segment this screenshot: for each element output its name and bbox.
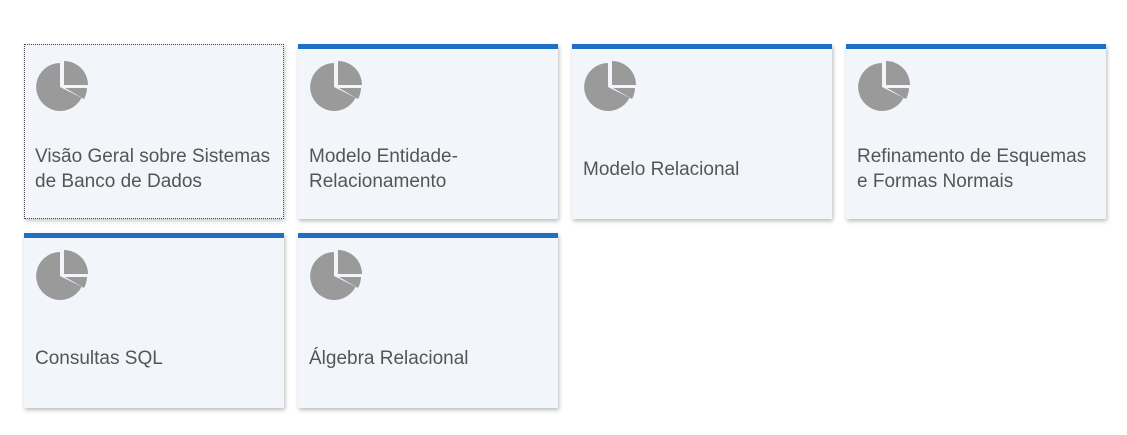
tile-label: Modelo Relacional bbox=[583, 158, 740, 180]
tile-label: Álgebra Relacional bbox=[309, 347, 469, 369]
pie-chart-icon bbox=[308, 248, 364, 304]
tile-label: Refinamento de Esquemas e Formas Normais bbox=[857, 146, 1087, 192]
tile-refinamento-esquemas[interactable]: Refinamento de Esquemas e Formas Normais bbox=[846, 44, 1106, 219]
pie-chart-icon bbox=[308, 59, 364, 115]
tile-consultas-sql[interactable]: Consultas SQL bbox=[24, 233, 284, 408]
pie-chart-icon bbox=[582, 59, 638, 115]
pie-chart-icon bbox=[34, 59, 90, 115]
tile-label: Visão Geral sobre Sistemas de Banco de D… bbox=[35, 146, 271, 192]
module-tiles-grid: Visão Geral sobre Sistemas de Banco de D… bbox=[0, 0, 1127, 435]
tile-label: Modelo Entidade-Relacionamento bbox=[309, 146, 458, 192]
tile-algebra-relacional[interactable]: Álgebra Relacional bbox=[298, 233, 558, 408]
pie-chart-icon bbox=[34, 248, 90, 304]
tile-modelo-relacional[interactable]: Modelo Relacional bbox=[572, 44, 832, 219]
tile-label: Consultas SQL bbox=[35, 347, 163, 369]
tile-visao-geral[interactable]: Visão Geral sobre Sistemas de Banco de D… bbox=[24, 44, 284, 219]
tile-modelo-entidade-relacionamento[interactable]: Modelo Entidade-Relacionamento bbox=[298, 44, 558, 219]
pie-chart-icon bbox=[856, 59, 912, 115]
